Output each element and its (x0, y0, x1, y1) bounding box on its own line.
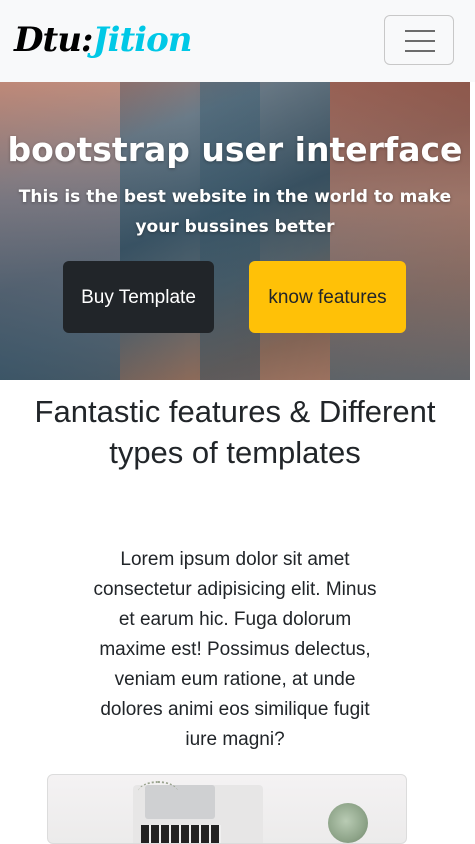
features-heading: Fantastic features & Different types of … (34, 394, 436, 470)
workspace-image (47, 774, 407, 844)
brand-part1: Dtu: (14, 20, 93, 60)
buy-template-button[interactable]: Buy Template (63, 261, 214, 333)
features-description: Lorem ipsum dolor sit amet consectetur a… (93, 549, 377, 750)
navbar-toggler-button[interactable] (384, 15, 454, 65)
hero-title: bootstrap user interface (7, 130, 463, 169)
brand-part2: Jition (92, 20, 192, 60)
know-features-button[interactable]: know features (249, 261, 406, 333)
plant-illustration (328, 803, 368, 843)
hero-subtitle: This is the best website in the world to… (18, 187, 452, 237)
hero-section: bootstrap user interface This is the bes… (0, 82, 470, 380)
brand-logo[interactable]: Dtu:Jition (14, 18, 193, 62)
navbar: Dtu:Jition (0, 0, 475, 82)
